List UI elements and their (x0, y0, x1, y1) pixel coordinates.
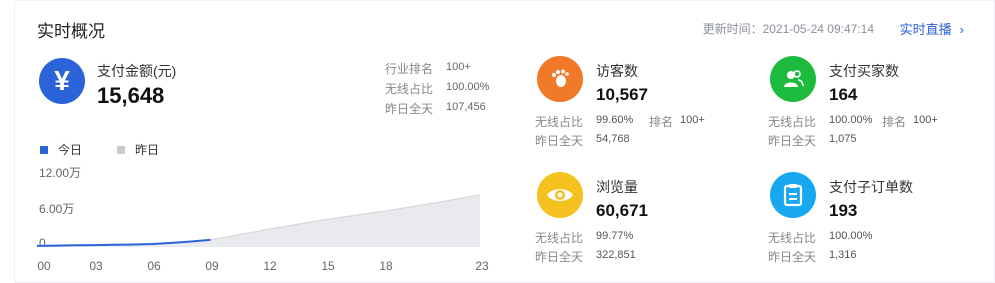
chevron-right-icon: › (959, 22, 964, 37)
x-tick-label: 12 (263, 259, 277, 273)
yesterday-series-area (37, 194, 480, 247)
pageviews-wireless-value: 99.77% (596, 230, 634, 242)
legend-today-swatch (40, 145, 48, 154)
footprint-icon (537, 56, 583, 102)
orders-value: 193 (829, 201, 858, 220)
pageviews-value: 60,671 (596, 201, 648, 220)
visitors-wireless-value: 99.60% (596, 114, 634, 126)
y-tick-label: 12.00万 (39, 166, 82, 180)
orders-wireless-label: 无线占比 (768, 231, 817, 245)
update-time: 更新时间：2021-05-24 09:47:14 (702, 22, 874, 36)
live-link-label: 实时直播 (899, 22, 952, 37)
eye-icon (537, 172, 583, 218)
legend-today-label: 今日 (58, 143, 83, 157)
visitors-wireless-label: 无线占比 (535, 115, 584, 129)
payment-amount-label: 支付金额(元) (97, 63, 177, 79)
yesterday-total-value: 107,456 (446, 101, 486, 113)
buyers-rank-value: 100+ (913, 114, 938, 126)
orders-wireless-value: 100.00% (829, 230, 873, 242)
buyers-yesterday-value: 1,075 (829, 133, 857, 145)
yesterday-total-label: 昨日全天 (385, 102, 434, 116)
legend-today[interactable]: 今日 (40, 141, 82, 158)
x-tick-label: 06 (147, 259, 161, 273)
legend-yesterday-label: 昨日 (135, 143, 160, 157)
x-tick-label: 03 (89, 259, 103, 273)
buyers-label: 支付买家数 (829, 63, 899, 79)
realtime-overview-card: 实时概况 更新时间：2021-05-24 09:47:14 实时直播 › ¥ 支付… (14, 0, 995, 283)
pageviews-yesterday-value: 322,851 (596, 249, 636, 261)
pageviews-label: 浏览量 (596, 179, 638, 195)
visitors-rank-value: 100+ (680, 114, 705, 126)
buyers-rank-label: 排名 (882, 115, 907, 129)
orders-yesterday-value: 1,316 (829, 249, 857, 261)
visitors-yesterday-label: 昨日全天 (535, 134, 584, 148)
legend-yesterday[interactable]: 昨日 (117, 141, 159, 158)
buyers-wireless-value: 100.00% (829, 114, 873, 126)
realtime-trend-chart (37, 194, 481, 247)
buyers-wireless-label: 无线占比 (768, 115, 817, 129)
wireless-ratio-value: 100.00% (446, 81, 490, 93)
buyers-value: 164 (829, 85, 858, 104)
visitors-label: 访客数 (596, 63, 638, 79)
x-tick-label: 23 (475, 259, 489, 273)
clipboard-icon (770, 172, 816, 218)
payment-amount-value: 15,648 (97, 83, 165, 108)
orders-yesterday-label: 昨日全天 (768, 250, 817, 264)
live-broadcast-link[interactable]: 实时直播 › (900, 19, 964, 38)
wireless-ratio-label: 无线占比 (385, 82, 434, 96)
buyers-yesterday-label: 昨日全天 (768, 134, 817, 148)
pageviews-yesterday-label: 昨日全天 (535, 250, 584, 264)
user-group-icon (770, 56, 816, 102)
yen-icon: ¥ (39, 58, 85, 104)
visitors-yesterday-value: 54,768 (596, 133, 630, 145)
x-tick-label: 15 (321, 259, 335, 273)
x-tick-label: 09 (205, 259, 219, 273)
x-tick-label: 18 (379, 259, 393, 273)
legend-yesterday-swatch (117, 145, 125, 154)
industry-rank-value: 100+ (446, 61, 471, 73)
pageviews-wireless-label: 无线占比 (535, 231, 584, 245)
visitors-value: 10,567 (596, 85, 648, 104)
orders-label: 支付子订单数 (829, 179, 913, 195)
visitors-rank-label: 排名 (649, 115, 674, 129)
page-title: 实时概况 (37, 22, 105, 41)
industry-rank-label: 行业排名 (385, 62, 434, 76)
x-tick-label: 00 (37, 259, 51, 273)
